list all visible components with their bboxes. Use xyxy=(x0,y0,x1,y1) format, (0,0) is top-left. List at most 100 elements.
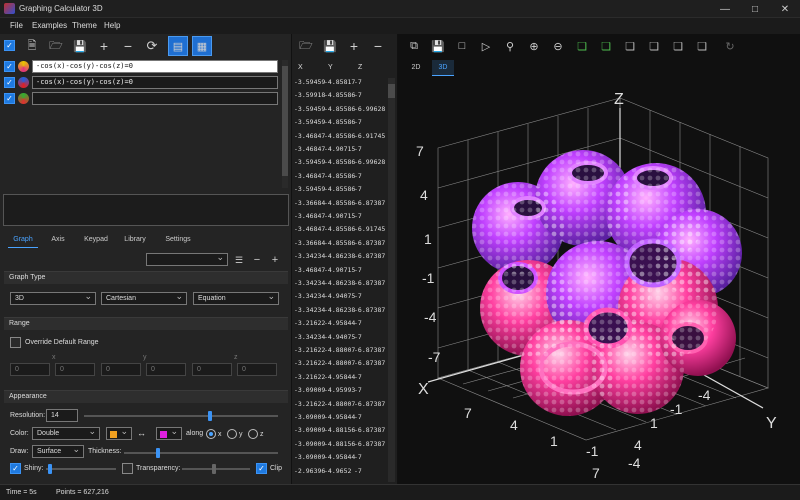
x-min-input[interactable]: 0 xyxy=(10,363,50,376)
zoom-in-icon[interactable]: ⊕ xyxy=(524,36,544,56)
cube-view-4-icon[interactable]: ❏ xyxy=(644,36,664,56)
select-all-checkbox[interactable]: ✓ xyxy=(4,40,15,51)
refresh-icon[interactable]: ⟳ xyxy=(142,36,162,56)
maximize-icon[interactable]: □ xyxy=(740,0,770,18)
status-time: Time = 5s xyxy=(6,489,37,496)
y-tick: -4 xyxy=(698,387,711,403)
shiny-slider[interactable] xyxy=(46,464,116,474)
menu-help[interactable]: Help xyxy=(104,21,120,30)
z-tick: 7 xyxy=(416,143,424,159)
transparency-checkbox[interactable] xyxy=(122,463,133,474)
minimize-icon[interactable]: — xyxy=(710,0,740,18)
equation-3-checkbox[interactable]: ✓ xyxy=(4,93,15,104)
preset-remove-icon[interactable]: − xyxy=(250,250,264,270)
menu-lines-icon[interactable]: ☰ xyxy=(232,250,246,270)
color-mode-dropdown[interactable]: Double xyxy=(32,426,100,440)
table-remove-icon[interactable]: − xyxy=(368,36,388,56)
shiny-checkbox[interactable]: ✓ xyxy=(10,463,21,474)
copy-icon[interactable]: ⧉ xyxy=(404,36,424,56)
list-view-icon[interactable]: ▤ xyxy=(168,36,188,56)
gyroid-surface xyxy=(472,150,742,416)
table-cell: -3.59459 xyxy=(294,118,326,127)
draw-mode-dropdown[interactable]: Surface xyxy=(32,444,84,458)
y-min-input[interactable]: 0 xyxy=(101,363,141,376)
color-1-swatch xyxy=(110,431,117,438)
resolution-input[interactable]: 14 xyxy=(46,409,78,422)
clip-checkbox[interactable]: ✓ xyxy=(256,463,267,474)
menu-examples[interactable]: Examples xyxy=(32,21,67,30)
table-scrollbar[interactable] xyxy=(388,78,395,482)
play-icon[interactable]: ▷ xyxy=(476,36,496,56)
tab-settings[interactable]: Settings xyxy=(162,232,194,248)
menu-file[interactable]: File xyxy=(10,21,23,30)
cube-view-2-icon[interactable]: ❏ xyxy=(596,36,616,56)
form-dropdown[interactable]: Equation xyxy=(193,291,279,305)
stop-icon[interactable]: □ xyxy=(452,36,472,56)
export-save-icon[interactable]: 💾 xyxy=(428,36,448,56)
equation-1-color-icon[interactable] xyxy=(18,61,29,72)
new-file-icon[interactable]: 🗎 xyxy=(22,36,42,56)
table-cell: -4.86238 xyxy=(324,305,356,314)
status-bar: Time = 5s Points = 627,216 xyxy=(0,484,800,500)
dimension-dropdown[interactable]: 3D xyxy=(10,291,96,305)
table-cell: -4.85586 xyxy=(324,185,356,194)
thickness-slider[interactable] xyxy=(124,448,278,458)
x-max-input[interactable]: 0 xyxy=(55,363,95,376)
tab-graph[interactable]: Graph xyxy=(8,232,38,248)
equation-3-color-icon[interactable] xyxy=(18,93,29,104)
table-cell: -6.87387 xyxy=(354,426,386,435)
table-cell: -3.46847 xyxy=(294,131,326,140)
resolution-slider[interactable] xyxy=(84,411,278,421)
table-cell: -3.09009 xyxy=(294,413,326,421)
table-cell: -4.85586 xyxy=(324,104,356,113)
equation-1-input[interactable]: -cos(x)-cos(y)-cos(z)=0 xyxy=(32,60,278,73)
tab-axis[interactable]: Axis xyxy=(46,232,70,248)
save-icon[interactable]: 💾 xyxy=(70,36,90,56)
along-x-radio[interactable] xyxy=(206,429,216,439)
swap-colors-icon[interactable]: ↔ xyxy=(137,428,146,438)
table-save-icon[interactable]: 💾 xyxy=(320,36,340,56)
equation-1-checkbox[interactable]: ✓ xyxy=(4,61,15,72)
along-y-radio[interactable] xyxy=(227,429,237,439)
tab-library[interactable]: Library xyxy=(120,232,150,248)
tab-3d[interactable]: 3D xyxy=(432,60,454,76)
cube-view-6-icon[interactable]: ❏ xyxy=(692,36,712,56)
preset-add-icon[interactable]: + xyxy=(268,250,282,270)
z-max-input[interactable]: 0 xyxy=(237,363,277,376)
z-min-input[interactable]: 0 xyxy=(192,363,232,376)
table-cell: -4.95844 xyxy=(324,453,356,462)
equation-3-input[interactable] xyxy=(32,92,278,105)
add-icon[interactable]: + xyxy=(94,36,114,56)
equation-2-checkbox[interactable]: ✓ xyxy=(4,77,15,88)
equation-list-scrollbar[interactable] xyxy=(282,60,288,188)
grid-view-icon[interactable]: ▦ xyxy=(192,36,212,56)
remove-icon[interactable]: − xyxy=(118,36,138,56)
override-range-checkbox[interactable] xyxy=(10,337,21,348)
settings-tabs: Graph Axis Keypad Library Settings xyxy=(4,232,288,248)
open-folder-icon[interactable]: 🗁 xyxy=(46,36,66,56)
color-1-picker[interactable] xyxy=(106,426,132,440)
along-z-radio[interactable] xyxy=(248,429,258,439)
table-add-icon[interactable]: + xyxy=(344,36,364,56)
cube-view-3-icon[interactable]: ❏ xyxy=(620,36,640,56)
zoom-fit-icon[interactable]: ⚲ xyxy=(500,36,520,56)
equation-2-input[interactable]: -cos(x)-cos(y)-cos(z)=0 xyxy=(32,76,278,89)
zoom-out-icon[interactable]: ⊖ xyxy=(548,36,568,56)
3d-graph-canvas[interactable]: Z X Y 7 4 1 -1 -4 -7 7 4 1 -1 -4 -4 -1 1… xyxy=(398,78,800,484)
y-max-input[interactable]: 0 xyxy=(146,363,186,376)
table-cell: -3.21622 xyxy=(294,346,326,354)
close-icon[interactable]: ✕ xyxy=(770,0,800,18)
reset-rotation-icon[interactable]: ↻ xyxy=(720,36,740,56)
tab-2d[interactable]: 2D xyxy=(406,60,426,76)
cube-view-5-icon[interactable]: ❏ xyxy=(668,36,688,56)
equation-2-color-icon[interactable] xyxy=(18,77,29,88)
menu-theme[interactable]: Theme xyxy=(72,21,97,30)
preset-dropdown[interactable] xyxy=(146,252,228,266)
cube-view-1-icon[interactable]: ❏ xyxy=(572,36,592,56)
tab-keypad[interactable]: Keypad xyxy=(80,232,112,248)
coordinate-dropdown[interactable]: Cartesian xyxy=(101,291,187,305)
table-open-icon[interactable]: 🗁 xyxy=(296,36,316,56)
clip-label: Clip xyxy=(270,465,283,472)
transparency-slider[interactable] xyxy=(182,464,250,474)
color-2-picker[interactable] xyxy=(156,426,182,440)
